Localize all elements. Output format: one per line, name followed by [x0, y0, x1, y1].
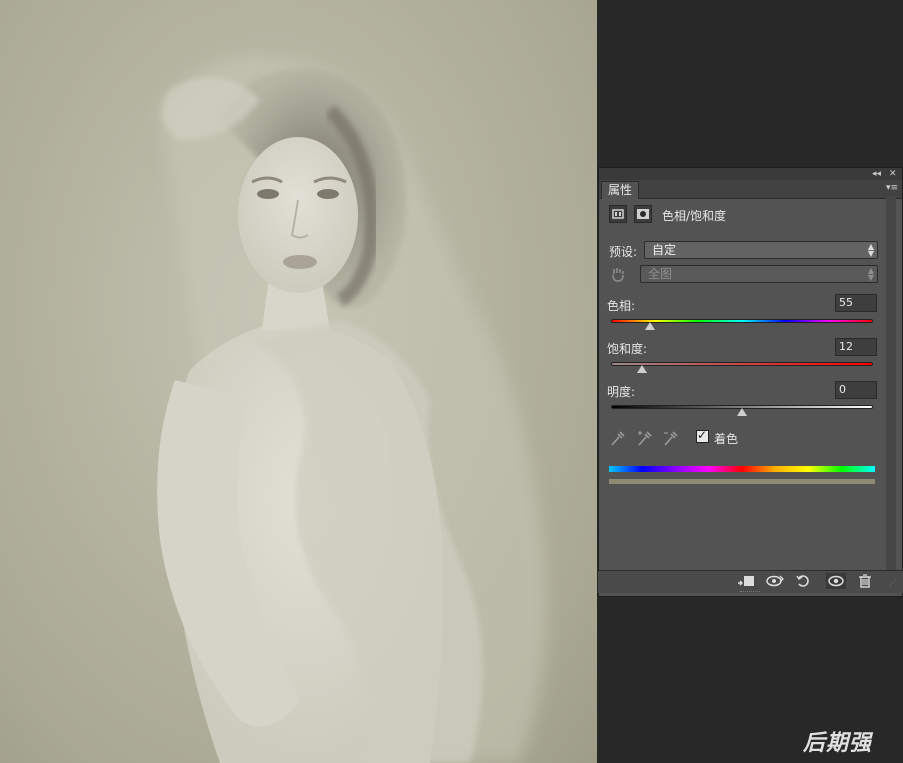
lightness-slider-thumb[interactable]: [737, 408, 747, 416]
channel-dropdown[interactable]: 全图 ▲ ▼: [640, 265, 878, 283]
resize-grip[interactable]: [740, 591, 760, 595]
hand-icon[interactable]: [609, 265, 627, 283]
spectrum-bar-input: [609, 466, 875, 472]
chevron-updown-icon: ▲ ▼: [867, 266, 874, 282]
saturation-label: 饱和度:: [607, 342, 648, 356]
hue-input[interactable]: 55: [835, 294, 877, 312]
view-previous-icon[interactable]: [765, 573, 785, 589]
visibility-icon[interactable]: [826, 573, 846, 589]
saturation-input[interactable]: 12: [835, 338, 877, 356]
portrait-image: [157, 55, 547, 763]
preset-dropdown[interactable]: 自定 ▲ ▼: [644, 241, 878, 259]
tab-properties[interactable]: 属性: [601, 181, 640, 199]
panel-title-bar[interactable]: ◂◂ ✕: [599, 168, 902, 180]
reset-icon[interactable]: [794, 573, 814, 589]
mask-icon[interactable]: [634, 205, 652, 223]
eyedropper-icon[interactable]: [609, 429, 625, 447]
checkmark-icon: ✓: [697, 428, 708, 442]
clip-to-layer-icon[interactable]: [736, 573, 756, 589]
colorize-label: 着色: [714, 432, 739, 446]
double-chevron-icon[interactable]: ◂◂: [872, 168, 881, 180]
colorize-checkbox[interactable]: ✓: [696, 428, 709, 443]
lightness-input[interactable]: 0: [835, 381, 877, 399]
adjustment-icon[interactable]: [609, 205, 627, 223]
hue-label: 色相:: [607, 299, 636, 313]
eyedropper-minus-icon[interactable]: [662, 429, 678, 447]
adjustment-title: 色相/饱和度: [662, 209, 727, 223]
eyedropper-plus-icon[interactable]: [636, 429, 652, 447]
chevron-updown-icon: ▲ ▼: [867, 242, 874, 258]
menu-icon[interactable]: ▾≡: [886, 183, 898, 193]
saturation-slider-thumb[interactable]: [637, 365, 648, 373]
preset-label: 预设:: [609, 245, 638, 259]
preset-value: 自定: [652, 243, 677, 257]
channel-value: 全图: [648, 267, 673, 281]
lightness-label: 明度:: [607, 385, 636, 399]
panel-scrollbar[interactable]: [886, 196, 896, 570]
panel-tab-bar: 属性 ▾≡: [599, 180, 902, 199]
watermark: 后期强: [803, 731, 873, 756]
close-icon[interactable]: ✕: [889, 168, 897, 180]
corner-resize-icon[interactable]: ⋰: [889, 578, 897, 587]
hue-slider-thumb[interactable]: [645, 322, 656, 330]
spectrum-bar-output: [609, 479, 875, 484]
trash-icon[interactable]: [855, 573, 875, 589]
photo-canvas: [0, 0, 597, 763]
saturation-slider-track[interactable]: [611, 362, 873, 366]
